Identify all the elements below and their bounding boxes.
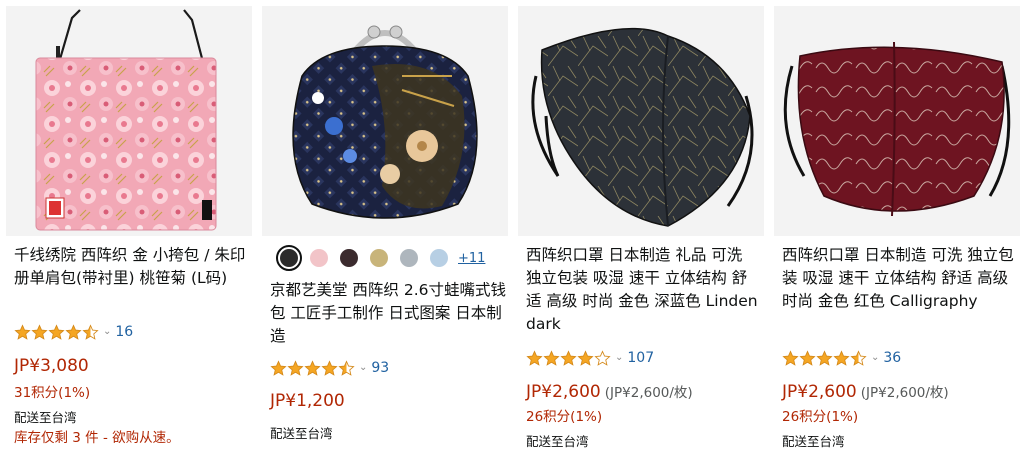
rating[interactable]: ⌄ 36 bbox=[782, 348, 901, 368]
star-icon bbox=[31, 323, 48, 340]
star-icon bbox=[577, 349, 594, 366]
star-icon bbox=[850, 349, 867, 366]
price-value[interactable]: JP¥2,600 bbox=[782, 382, 857, 402]
product-title[interactable]: 千线绣院 西阵织 金 小挎包 / 朱印册单肩包(带衬里) 桃笹菊 (L码) bbox=[14, 244, 250, 290]
more-options-link[interactable]: +11 bbox=[458, 251, 485, 266]
product-image[interactable] bbox=[518, 6, 764, 236]
star-icon bbox=[14, 323, 31, 340]
review-count-link[interactable]: 16 bbox=[115, 324, 133, 340]
star-icon bbox=[321, 359, 338, 376]
star-icon bbox=[560, 349, 577, 366]
unit-price: (JP¥2,600/枚) bbox=[604, 385, 693, 401]
review-count-link[interactable]: 107 bbox=[627, 350, 654, 366]
rating[interactable]: ⌄ 93 bbox=[270, 358, 389, 378]
star-icon bbox=[48, 323, 65, 340]
price[interactable]: JP¥2,600 (JP¥2,600/枚) bbox=[526, 381, 693, 402]
color-swatch[interactable] bbox=[340, 249, 358, 267]
product-title[interactable]: 西阵织口罩 日本制造 礼品 可洗 独立包装 吸湿 速干 立体结构 舒适 高级 时… bbox=[526, 244, 762, 336]
price[interactable]: JP¥3,080 bbox=[14, 356, 89, 376]
star-icon bbox=[594, 349, 611, 366]
product-image[interactable] bbox=[262, 6, 508, 236]
shipping-info: 配送至台湾 bbox=[14, 410, 77, 425]
product-card[interactable]: 西阵织口罩 日本制造 礼品 可洗 独立包装 吸湿 速干 立体结构 舒适 高级 时… bbox=[512, 0, 770, 450]
star-icon bbox=[304, 359, 321, 376]
unit-price: (JP¥2,600/枚) bbox=[860, 385, 949, 401]
price-value[interactable]: JP¥2,600 bbox=[526, 382, 601, 402]
chevron-down-icon[interactable]: ⌄ bbox=[103, 326, 111, 337]
product-image[interactable] bbox=[774, 6, 1020, 236]
product-title[interactable]: 京都艺美堂 西阵织 2.6寸蛙嘴式钱包 工匠手工制作 日式图案 日本制造 bbox=[270, 279, 506, 348]
product-title[interactable]: 西阵织口罩 日本制造 可洗 独立包装 吸湿 速干 立体结构 舒适 高级 时尚 金… bbox=[782, 244, 1018, 313]
color-swatch[interactable] bbox=[430, 249, 448, 267]
review-count-link[interactable]: 36 bbox=[883, 350, 901, 366]
color-swatch[interactable] bbox=[400, 249, 418, 267]
star-icon bbox=[543, 349, 560, 366]
shipping-info: 配送至台湾 bbox=[270, 426, 333, 441]
star-rating-icon bbox=[782, 349, 867, 367]
color-swatch[interactable] bbox=[310, 249, 328, 267]
rating[interactable]: ⌄ 107 bbox=[526, 348, 654, 368]
points: 31积分(1%) bbox=[14, 385, 91, 401]
star-rating-icon bbox=[270, 359, 355, 377]
price[interactable]: JP¥1,200 bbox=[270, 391, 345, 411]
star-icon bbox=[526, 349, 543, 366]
points: 26积分(1%) bbox=[782, 409, 859, 425]
star-icon bbox=[338, 359, 355, 376]
star-icon bbox=[833, 349, 850, 366]
color-swatch[interactable] bbox=[370, 249, 388, 267]
product-image[interactable] bbox=[6, 6, 252, 236]
chevron-down-icon[interactable]: ⌄ bbox=[359, 362, 367, 373]
points: 26积分(1%) bbox=[526, 409, 603, 425]
rating[interactable]: ⌄ 16 bbox=[14, 322, 133, 342]
product-card[interactable]: 千线绣院 西阵织 金 小挎包 / 朱印册单肩包(带衬里) 桃笹菊 (L码) ⌄ … bbox=[0, 0, 258, 450]
product-card[interactable]: +11 京都艺美堂 西阵织 2.6寸蛙嘴式钱包 工匠手工制作 日式图案 日本制造… bbox=[256, 0, 514, 450]
star-icon bbox=[799, 349, 816, 366]
chevron-down-icon[interactable]: ⌄ bbox=[615, 352, 623, 363]
color-swatches: +11 bbox=[276, 245, 485, 271]
chevron-down-icon[interactable]: ⌄ bbox=[871, 352, 879, 363]
stock-warning: 库存仅剩 3 件 - 欲购从速。 bbox=[14, 430, 180, 446]
review-count-link[interactable]: 93 bbox=[371, 360, 389, 376]
shipping-info: 配送至台湾 bbox=[782, 434, 845, 449]
star-icon bbox=[65, 323, 82, 340]
star-rating-icon bbox=[526, 349, 611, 367]
star-icon bbox=[287, 359, 304, 376]
star-icon bbox=[782, 349, 799, 366]
star-rating-icon bbox=[14, 323, 99, 341]
price[interactable]: JP¥2,600 (JP¥2,600/枚) bbox=[782, 381, 949, 402]
star-icon bbox=[270, 359, 287, 376]
shipping-info: 配送至台湾 bbox=[526, 434, 589, 449]
color-swatch[interactable] bbox=[276, 245, 302, 271]
product-card[interactable]: 西阵织口罩 日本制造 可洗 独立包装 吸湿 速干 立体结构 舒适 高级 时尚 金… bbox=[768, 0, 1024, 450]
star-icon bbox=[82, 323, 99, 340]
star-icon bbox=[816, 349, 833, 366]
